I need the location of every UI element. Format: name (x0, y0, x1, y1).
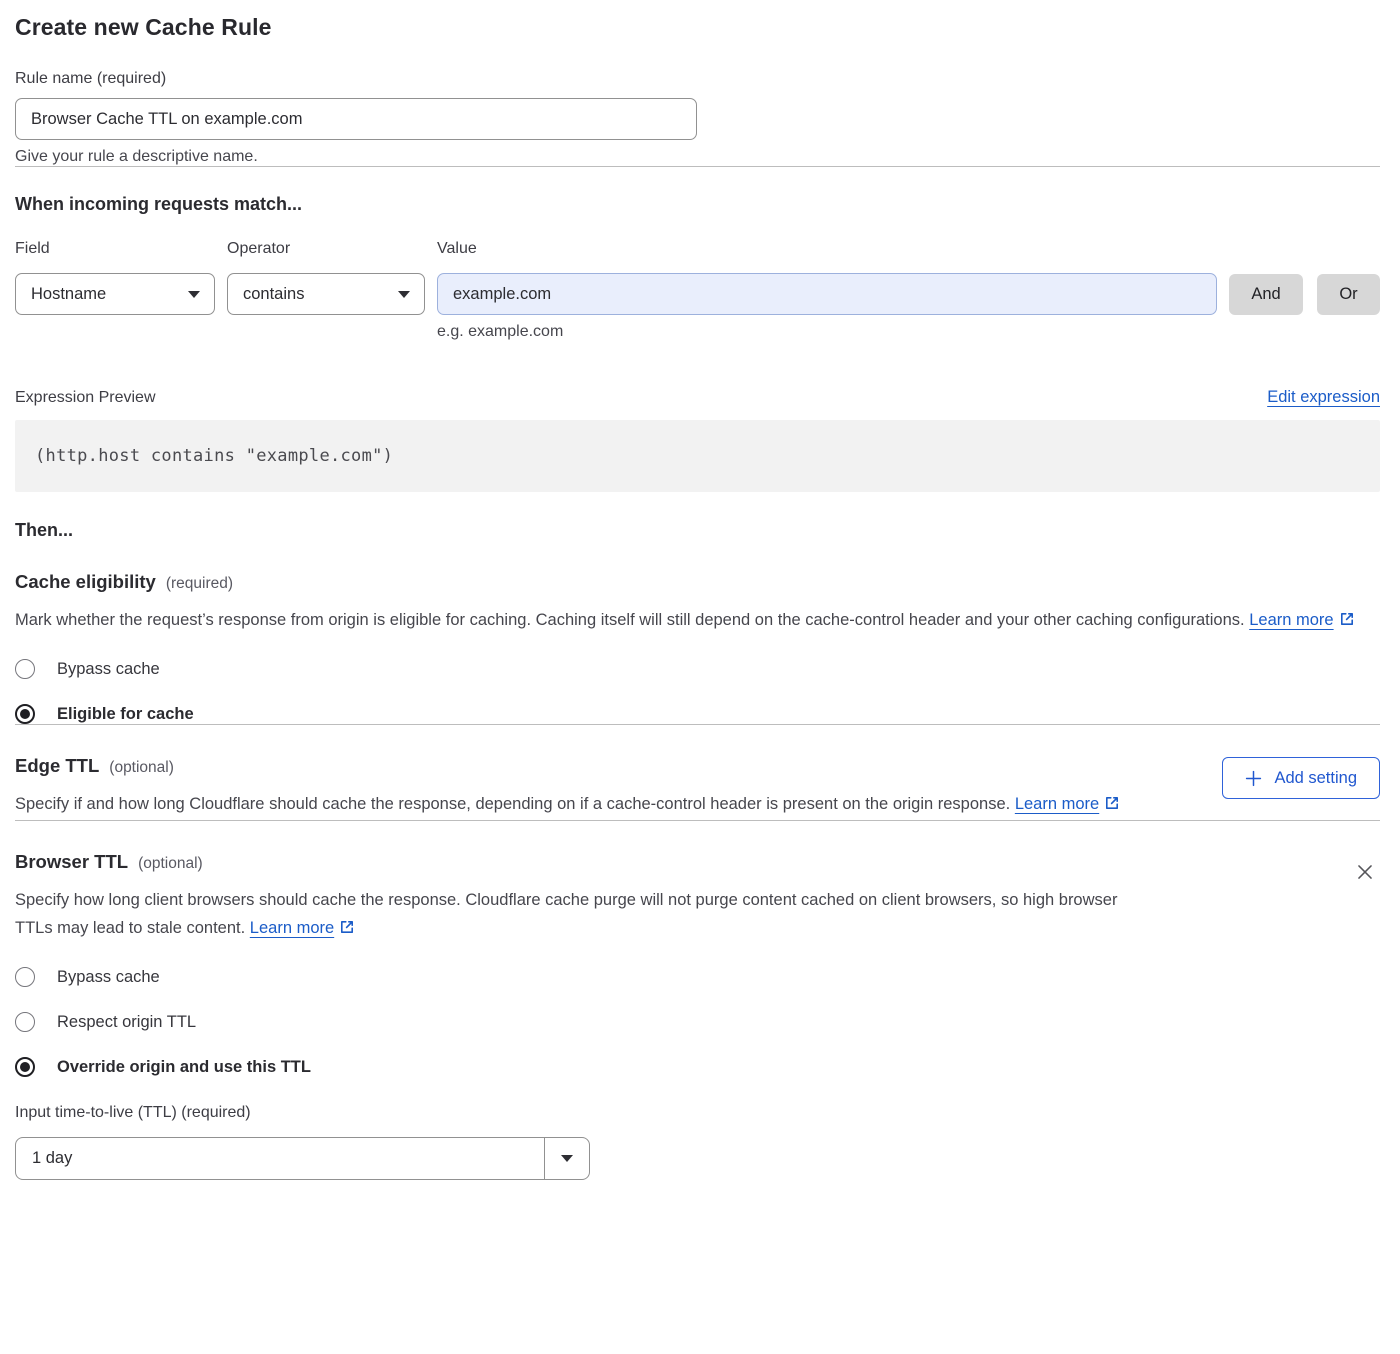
radio-option-respect-origin-ttl[interactable]: Respect origin TTL (15, 1012, 1120, 1032)
then-heading: Then... (15, 520, 1380, 541)
browser-ttl-title-row: Browser TTL (optional) (15, 851, 1120, 873)
cache-eligibility-title: Cache eligibility (15, 571, 156, 593)
add-setting-button[interactable]: Add setting (1222, 757, 1380, 799)
field-column: Field Hostname (15, 240, 227, 315)
close-icon[interactable] (1350, 857, 1380, 890)
edge-ttl-section: Edge TTL (optional) Specify if and how l… (15, 755, 1380, 820)
operator-select[interactable]: contains (227, 273, 425, 315)
value-input[interactable] (437, 273, 1217, 315)
edge-ttl-title: Edge TTL (15, 755, 99, 777)
ttl-select-value: 1 day (16, 1138, 544, 1179)
expression-header: Expression Preview Edit expression (15, 388, 1380, 407)
radio-option-eligible-for-cache[interactable]: Eligible for cache (15, 704, 1380, 724)
rule-name-section: Rule name (required) Give your rule a de… (15, 70, 1380, 166)
radio-option-label[interactable]: Bypass cache (57, 660, 160, 679)
radio-option-override-origin-ttl[interactable]: Override origin and use this TTL (15, 1057, 1120, 1077)
value-label: Value (437, 240, 1217, 258)
cache-eligibility-section: Cache eligibility (required) Mark whethe… (15, 571, 1380, 724)
page-title: Create new Cache Rule (15, 14, 1380, 41)
external-link-icon (1339, 608, 1355, 636)
rule-name-label: Rule name (required) (15, 70, 1380, 88)
operator-label: Operator (227, 240, 437, 258)
browser-ttl-content: Browser TTL (optional) Specify how long … (15, 851, 1120, 1180)
browser-ttl-description-text: Specify how long client browsers should … (15, 891, 1117, 937)
ttl-select[interactable]: 1 day (15, 1137, 590, 1180)
cache-eligibility-description-text: Mark whether the request’s response from… (15, 611, 1245, 629)
value-column: Value e.g. example.com (437, 240, 1217, 341)
browser-ttl-section: Browser TTL (optional) Specify how long … (15, 851, 1380, 1180)
expression-code-block: (http.host contains "example.com") (15, 420, 1380, 492)
or-button[interactable]: Or (1317, 274, 1380, 315)
field-select-value: Hostname (31, 285, 106, 304)
edge-ttl-description: Specify if and how long Cloudflare shoul… (15, 790, 1120, 820)
radio-icon[interactable] (15, 967, 35, 987)
rule-name-input[interactable] (15, 98, 697, 140)
edit-expression-link[interactable]: Edit expression (1267, 388, 1380, 407)
match-heading: When incoming requests match... (15, 194, 1380, 215)
divider (15, 820, 1380, 821)
learn-more-link[interactable]: Learn more (1249, 611, 1333, 629)
external-link-icon (339, 916, 355, 944)
divider (15, 166, 1380, 167)
optional-tag: (optional) (138, 855, 203, 873)
operator-column: Operator contains (227, 240, 437, 315)
radio-icon-selected[interactable] (15, 1057, 35, 1077)
edge-ttl-content: Edge TTL (optional) Specify if and how l… (15, 755, 1120, 820)
radio-option-bypass-cache[interactable]: Bypass cache (15, 659, 1380, 679)
external-link-icon (1104, 792, 1120, 820)
browser-ttl-description: Specify how long client browsers should … (15, 886, 1120, 944)
learn-more-link[interactable]: Learn more (1015, 795, 1099, 813)
radio-icon[interactable] (15, 1012, 35, 1032)
chevron-down-icon (561, 1155, 573, 1162)
radio-icon-selected[interactable] (15, 704, 35, 724)
match-section: When incoming requests match... Field Ho… (15, 194, 1380, 341)
ttl-select-arrow[interactable] (544, 1138, 589, 1179)
add-setting-label: Add setting (1274, 769, 1357, 788)
browser-ttl-title: Browser TTL (15, 851, 128, 873)
create-cache-rule-form: Create new Cache Rule Rule name (require… (0, 0, 1400, 1180)
edge-ttl-description-text: Specify if and how long Cloudflare shoul… (15, 795, 1010, 813)
field-select[interactable]: Hostname (15, 273, 215, 315)
radio-option-bypass-cache-browser[interactable]: Bypass cache (15, 967, 1120, 987)
radio-option-label[interactable]: Eligible for cache (57, 705, 194, 724)
learn-more-link[interactable]: Learn more (250, 919, 334, 937)
match-grid: Field Hostname Operator contains Value e… (15, 240, 1380, 341)
ttl-label: Input time-to-live (TTL) (required) (15, 1104, 1120, 1122)
optional-tag: (optional) (109, 759, 174, 777)
plus-icon (1245, 770, 1262, 787)
chevron-down-icon (188, 291, 200, 298)
expression-preview-label: Expression Preview (15, 389, 156, 407)
ttl-input-block: Input time-to-live (TTL) (required) 1 da… (15, 1104, 1120, 1180)
chevron-down-icon (398, 291, 410, 298)
radio-option-label[interactable]: Bypass cache (57, 968, 160, 987)
rule-name-help: Give your rule a descriptive name. (15, 148, 1380, 166)
operator-select-value: contains (243, 285, 304, 304)
and-button[interactable]: And (1229, 274, 1303, 315)
divider (15, 724, 1380, 725)
radio-option-label[interactable]: Respect origin TTL (57, 1013, 196, 1032)
edge-ttl-title-row: Edge TTL (optional) (15, 755, 1120, 777)
required-tag: (required) (166, 575, 233, 593)
field-label: Field (15, 240, 227, 258)
radio-option-label[interactable]: Override origin and use this TTL (57, 1058, 311, 1077)
cache-eligibility-description: Mark whether the request’s response from… (15, 606, 1380, 636)
cache-eligibility-title-row: Cache eligibility (required) (15, 571, 1380, 593)
radio-icon[interactable] (15, 659, 35, 679)
value-help: e.g. example.com (437, 323, 1217, 341)
